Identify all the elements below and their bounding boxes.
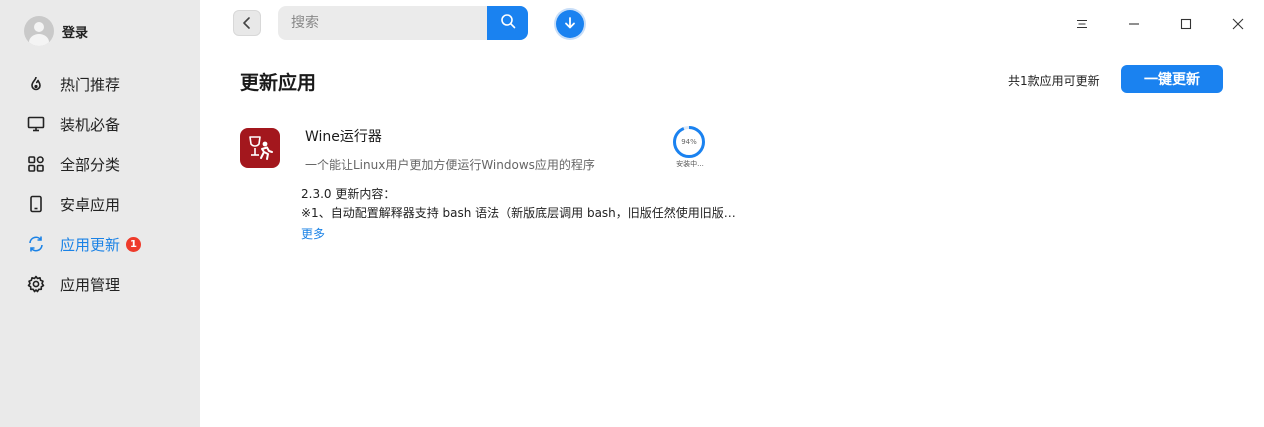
minimize-button[interactable] xyxy=(1108,8,1160,40)
phone-icon xyxy=(26,194,46,214)
grid-icon xyxy=(26,154,46,174)
sidebar-item-label: 应用管理 xyxy=(60,275,121,294)
sidebar-item-android[interactable]: 安卓应用 xyxy=(0,184,200,224)
sidebar-item-updates[interactable]: 应用更新 1 xyxy=(0,224,200,264)
install-status: 安装中... xyxy=(676,160,704,168)
gear-icon xyxy=(26,274,46,294)
update-summary: 共1款应用可更新 xyxy=(1008,74,1100,88)
sidebar-item-label: 热门推荐 xyxy=(60,75,121,94)
monitor-icon xyxy=(26,114,46,134)
page-title: 更新应用 xyxy=(240,72,317,94)
sidebar-item-hot[interactable]: 热门推荐 xyxy=(0,64,200,104)
chevron-left-icon xyxy=(242,14,252,33)
download-manager-button[interactable] xyxy=(556,10,584,38)
update-count-badge: 1 xyxy=(126,236,142,252)
install-progress: 94% xyxy=(672,125,706,159)
update-all-button[interactable]: 一键更新 xyxy=(1121,65,1223,93)
login-label: 登录 xyxy=(62,25,89,41)
window-controls xyxy=(1056,8,1264,40)
login-button[interactable]: 登录 xyxy=(24,16,88,46)
avatar[interactable] xyxy=(24,16,54,46)
back-button[interactable] xyxy=(233,10,261,36)
refresh-icon xyxy=(26,234,46,254)
close-button[interactable] xyxy=(1212,8,1264,40)
wine-app-icon xyxy=(240,128,280,168)
app-description: 一个能让Linux用户更加方便运行Windows应用的程序 xyxy=(305,158,595,172)
progress-percent: 94% xyxy=(681,138,697,146)
maximize-icon xyxy=(1180,15,1192,34)
menu-button[interactable] xyxy=(1056,8,1108,40)
sidebar-item-categories[interactable]: 全部分类 xyxy=(0,144,200,184)
more-link[interactable]: 更多 xyxy=(301,225,325,242)
search-icon xyxy=(500,13,516,33)
sidebar-item-manage[interactable]: 应用管理 xyxy=(0,264,200,304)
download-icon xyxy=(563,15,577,34)
close-icon xyxy=(1232,15,1244,34)
sidebar-item-label: 装机必备 xyxy=(60,115,121,134)
sidebar-item-label: 应用更新 xyxy=(60,235,121,254)
sidebar: 登录 热门推荐 装机必备 全部分类 安卓应用 应用更新 1 应用管理 xyxy=(0,0,200,427)
minimize-icon xyxy=(1128,15,1140,34)
changelog-title: 2.3.0 更新内容： xyxy=(301,187,396,201)
search-button[interactable] xyxy=(487,6,528,40)
sidebar-nav: 热门推荐 装机必备 全部分类 安卓应用 应用更新 1 应用管理 xyxy=(0,64,200,304)
sidebar-item-label: 全部分类 xyxy=(60,155,121,174)
search-box xyxy=(278,6,528,40)
search-input[interactable] xyxy=(278,6,487,40)
app-name: Wine运行器 xyxy=(305,129,382,145)
changelog-line: ※1、自动配置解释器支持 bash 语法（新版底层调用 bash，旧版任然使用旧… xyxy=(301,206,736,220)
sidebar-item-essentials[interactable]: 装机必备 xyxy=(0,104,200,144)
flame-icon xyxy=(26,74,46,94)
menu-icon xyxy=(1076,15,1088,34)
sidebar-item-label: 安卓应用 xyxy=(60,195,121,214)
maximize-button[interactable] xyxy=(1160,8,1212,40)
